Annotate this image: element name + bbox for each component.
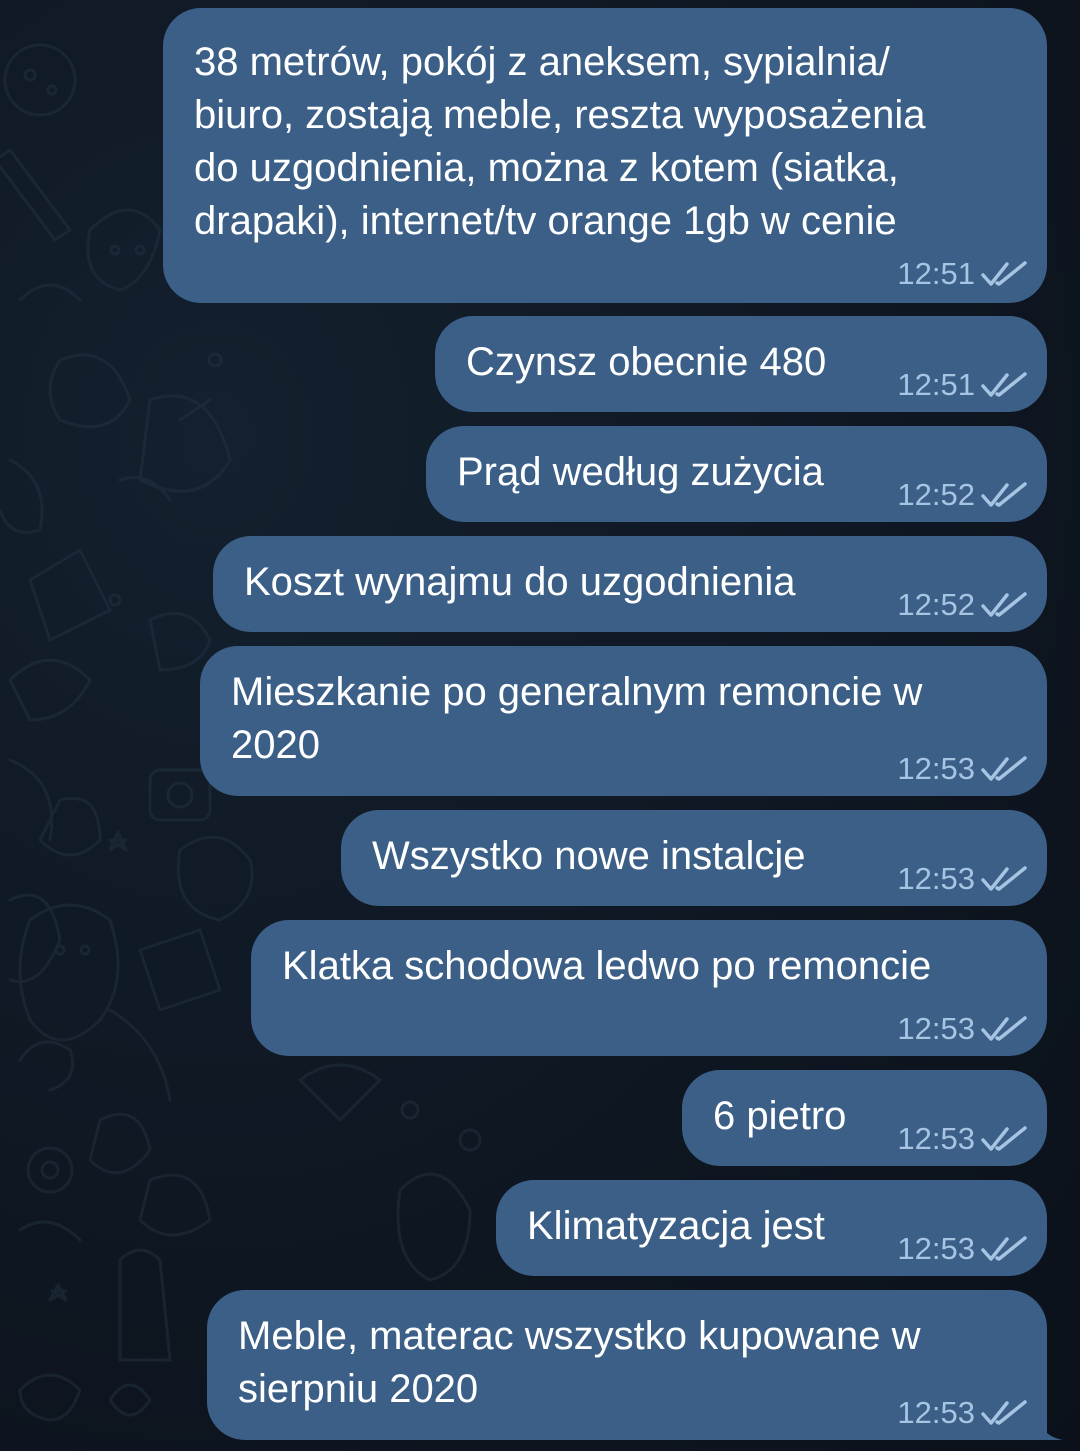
message-meta: 12:51 [897,368,1027,402]
message-bubble[interactable]: Meble, materac wszystko kupowane w sierp… [207,1290,1063,1440]
message-bubble[interactable]: Klimatyzacja jest 12:53 [496,1180,1047,1276]
message-time: 12:53 [897,1231,975,1266]
message-meta: 12:52 [897,478,1027,512]
message-time: 12:51 [897,367,975,402]
message-time: 12:53 [897,1395,975,1430]
message-meta: 12:51 [897,257,1027,291]
double-check-icon [981,261,1027,286]
double-check-icon [981,1126,1027,1151]
message-bubble[interactable]: Prąd według zużycia 12:52 [426,426,1047,522]
message-time: 12:53 [897,1121,975,1156]
double-check-icon [981,1236,1027,1261]
message-time: 12:53 [897,1011,975,1046]
message-meta: 12:52 [897,588,1027,622]
message-time: 12:53 [897,861,975,896]
message-bubble[interactable]: Mieszkanie po generalnym remoncie w 2020… [200,646,1047,796]
message-meta: 12:53 [897,1396,1027,1430]
message-meta: 12:53 [897,1232,1027,1266]
message-meta: 12:53 [897,862,1027,896]
message-text: Klatka schodowa ledwo po remoncie [282,944,932,988]
message-text: 38 metrów, pokój z aneksem, sypialnia/ b… [194,40,926,243]
double-check-icon [981,1016,1027,1041]
message-list[interactable]: 38 metrów, pokój z aneksem, sypialnia/ b… [0,0,1080,1451]
double-check-icon [981,592,1027,617]
message-time: 12:51 [897,256,975,291]
message-meta: 12:53 [897,1122,1027,1156]
double-check-icon [981,756,1027,781]
double-check-icon [981,372,1027,397]
message-bubble[interactable]: Klatka schodowa ledwo po remoncie 12:53 [251,920,1047,1056]
double-check-icon [981,482,1027,507]
message-bubble[interactable]: Koszt wynajmu do uzgodnienia 12:52 [213,536,1047,632]
message-bubble[interactable]: 38 metrów, pokój z aneksem, sypialnia/ b… [163,8,1047,303]
message-time: 12:53 [897,751,975,786]
message-bubble[interactable]: 6 pietro 12:53 [682,1070,1047,1166]
message-bubble[interactable]: Czynsz obecnie 480 12:51 [435,316,1047,412]
message-meta: 12:53 [897,752,1027,786]
double-check-icon [981,1400,1027,1425]
bubble-tail [1037,1410,1063,1440]
message-time: 12:52 [897,477,975,512]
message-time: 12:52 [897,587,975,622]
message-bubble[interactable]: Wszystko nowe instalcje 12:53 [341,810,1047,906]
message-meta: 12:53 [897,1012,1027,1046]
double-check-icon [981,866,1027,891]
